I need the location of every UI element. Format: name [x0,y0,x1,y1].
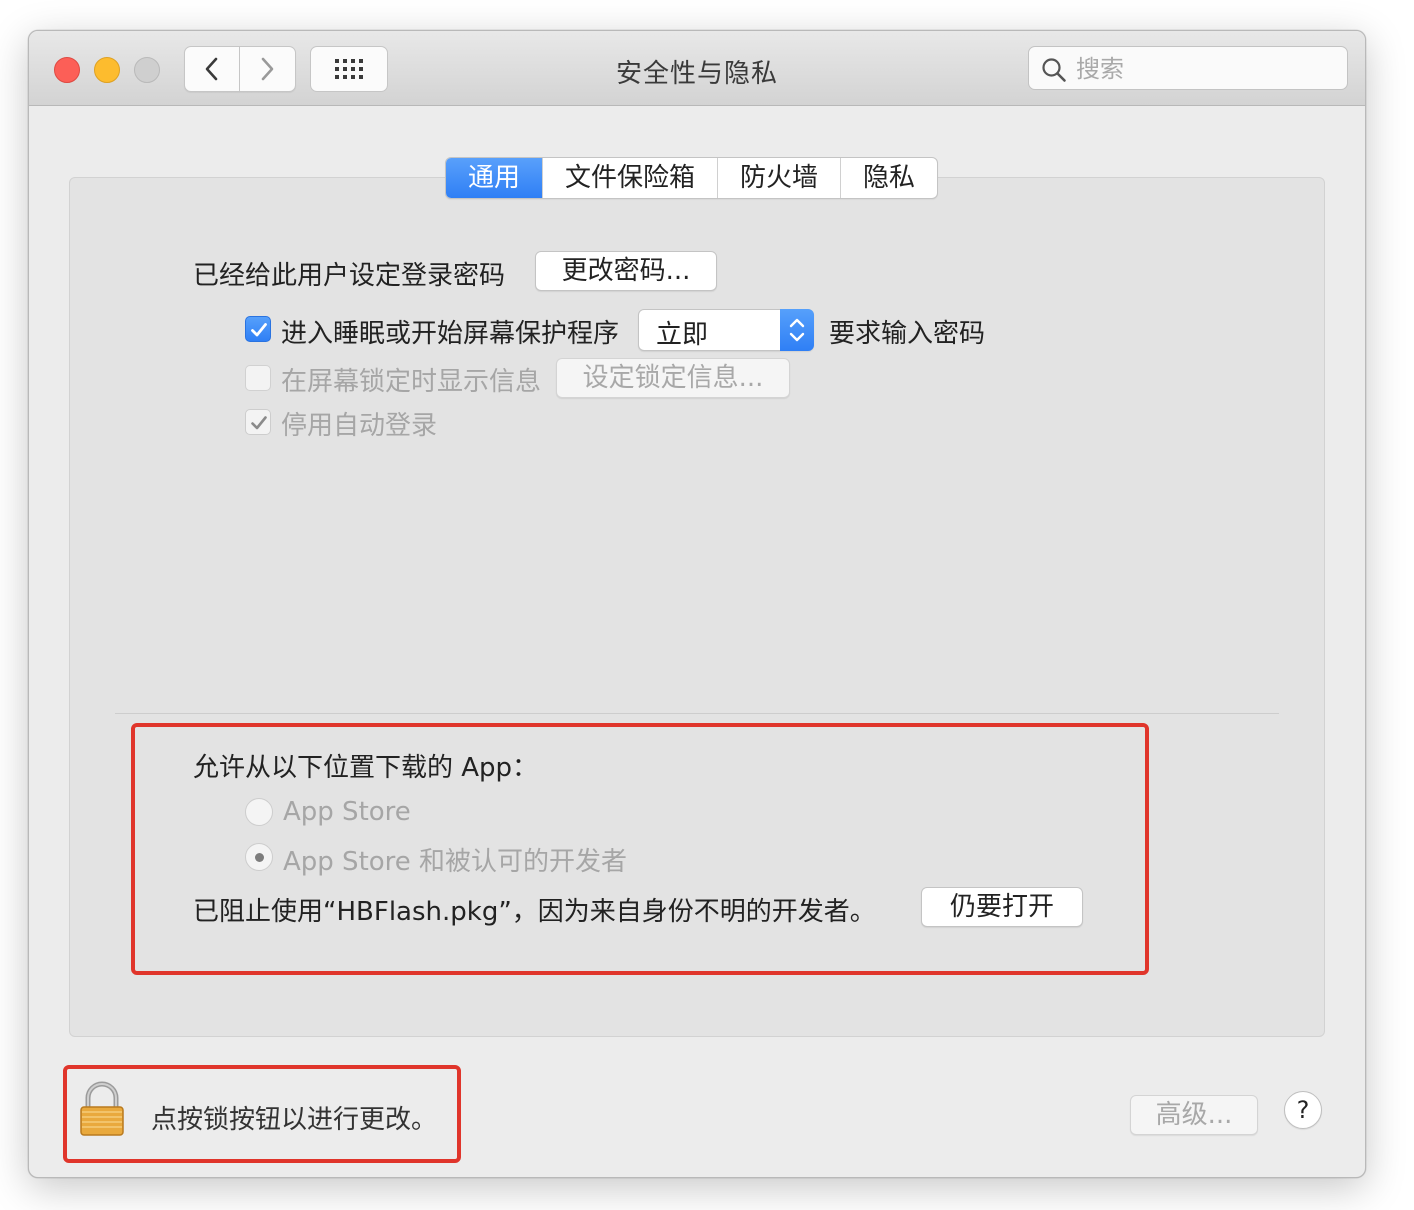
change-password-button[interactable]: 更改密码... [535,251,717,291]
title-bar: 安全性与隐私 [29,31,1365,106]
password-delay-value: 立即 [656,320,709,350]
require-password-checkbox[interactable] [245,316,271,342]
tab-general[interactable]: 通用 [446,158,544,198]
highlight-box-downloads [131,723,1149,975]
disable-auto-login-checkbox[interactable] [245,409,271,435]
password-delay-select[interactable]: 立即 [638,309,814,351]
lock-message-checkbox[interactable] [245,365,271,391]
login-password-label: 已经给此用户设定登录密码 [193,261,506,291]
checkmark-icon [251,323,267,337]
tab-firewall[interactable]: 防火墙 [718,158,842,198]
checkmark-icon [251,416,267,430]
highlight-box-lock [63,1065,461,1163]
set-lock-message-button[interactable]: 设定锁定信息... [556,358,790,398]
tab-privacy[interactable]: 隐私 [841,158,937,198]
lock-message-label: 在屏幕锁定时显示信息 [281,367,542,397]
preferences-window: 安全性与隐私 通用 文件保险箱 防火墙 隐私 已经给此用户设定登录密码 更改密码… [28,30,1366,1178]
tab-filevault[interactable]: 文件保险箱 [543,158,719,198]
help-button[interactable]: ? [1284,1091,1322,1129]
search-field[interactable] [1028,46,1348,90]
require-password-suffix: 要求输入密码 [829,319,986,349]
disable-auto-login-label: 停用自动登录 [281,411,438,441]
advanced-button[interactable]: 高级... [1130,1095,1258,1135]
chevron-up-down-icon [789,318,805,342]
section-divider [115,713,1279,714]
search-input[interactable] [1074,52,1338,86]
tab-bar: 通用 文件保险箱 防火墙 隐私 [445,157,939,199]
require-password-label: 进入睡眠或开始屏幕保护程序 [281,319,620,349]
select-stepper [780,309,814,351]
search-icon [1042,58,1066,82]
